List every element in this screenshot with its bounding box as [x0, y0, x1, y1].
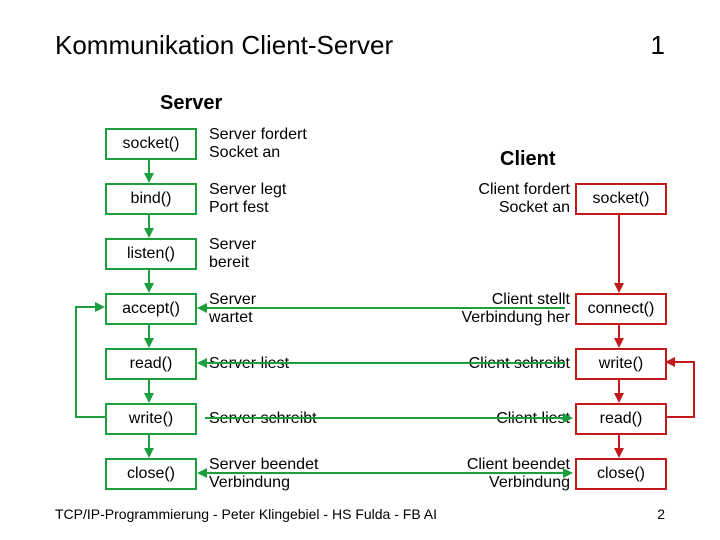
client-read-desc: Client liest	[496, 410, 570, 428]
page-number-bottom: 2	[657, 506, 665, 522]
client-connect-box: connect()	[575, 293, 667, 325]
server-bind-box: bind()	[105, 183, 197, 215]
arrow-left-icon	[197, 468, 207, 478]
page-number-top: 1	[651, 30, 665, 61]
arrow-down-icon	[614, 338, 624, 348]
arrow-stem	[618, 213, 620, 285]
arrow-right-icon	[95, 302, 105, 312]
arrow-down-icon	[144, 448, 154, 458]
server-listen-desc: Serverbereit	[209, 236, 256, 272]
server-accept-box: accept()	[105, 293, 197, 325]
server-column-header: Server	[160, 92, 222, 115]
client-close-desc: Client beendetVerbindung	[467, 456, 570, 492]
comm-line-write-read	[205, 362, 565, 364]
arrow-right-icon	[563, 468, 573, 478]
arrow-down-icon	[614, 283, 624, 293]
arrow-down-icon	[144, 283, 154, 293]
client-close-box: close()	[575, 458, 667, 490]
server-close-desc: Server beendetVerbindung	[209, 456, 318, 492]
loop-line	[75, 416, 105, 418]
server-read-box: read()	[105, 348, 197, 380]
server-write-box: write()	[105, 403, 197, 435]
client-write-desc: Client schreibt	[469, 355, 570, 373]
client-socket-desc: Client fordertSocket an	[478, 181, 570, 217]
arrow-left-icon	[665, 357, 675, 367]
arrow-left-icon	[197, 303, 207, 313]
footer-text: TCP/IP-Programmierung - Peter Klingebiel…	[55, 506, 437, 522]
arrow-down-icon	[144, 173, 154, 183]
server-bind-desc: Server legtPort fest	[209, 181, 286, 217]
client-read-box: read()	[575, 403, 667, 435]
arrow-down-icon	[144, 228, 154, 238]
loop-line	[673, 361, 695, 363]
loop-line	[693, 361, 695, 418]
comm-line-connect	[205, 307, 565, 309]
server-read-desc: Server liest	[209, 355, 289, 373]
page-title: Kommunikation Client-Server	[55, 30, 393, 61]
comm-line-read-write	[205, 417, 565, 419]
arrow-right-icon	[563, 413, 573, 423]
arrow-left-icon	[197, 358, 207, 368]
arrow-down-icon	[144, 393, 154, 403]
client-column-header: Client	[500, 148, 556, 171]
client-write-box: write()	[575, 348, 667, 380]
client-socket-box: socket()	[575, 183, 667, 215]
server-write-desc: Server schreibt	[209, 410, 317, 428]
server-accept-desc: Serverwartet	[209, 291, 256, 327]
server-socket-desc: Server fordertSocket an	[209, 126, 307, 162]
arrow-down-icon	[614, 448, 624, 458]
loop-line	[75, 306, 97, 308]
server-close-box: close()	[105, 458, 197, 490]
loop-line	[75, 306, 77, 418]
arrow-down-icon	[144, 338, 154, 348]
comm-line-close	[205, 472, 565, 474]
arrow-down-icon	[614, 393, 624, 403]
loop-line	[665, 416, 695, 418]
server-listen-box: listen()	[105, 238, 197, 270]
server-socket-box: socket()	[105, 128, 197, 160]
client-connect-desc: Client stelltVerbindung her	[461, 291, 570, 327]
